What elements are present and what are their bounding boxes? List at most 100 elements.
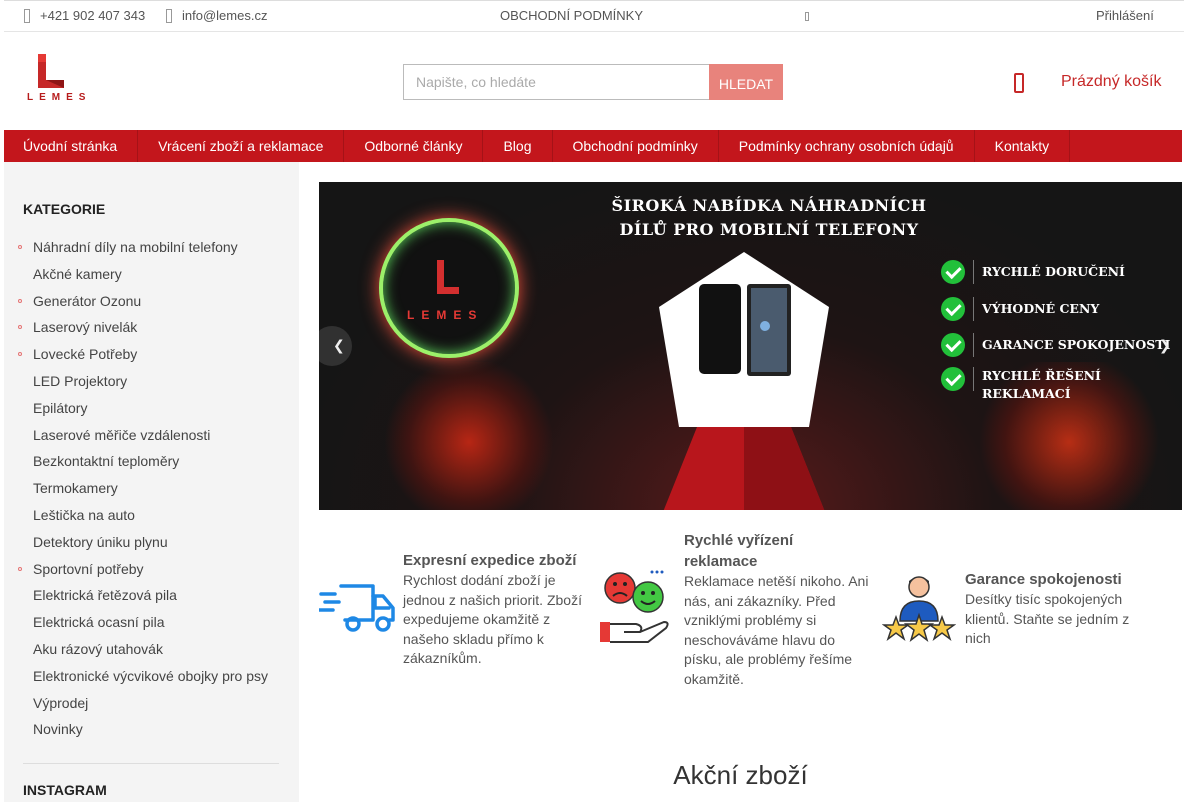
banner-headline: ŠIROKÁ NABÍDKA NÁHRADNÍCH DÍLŮ PRO MOBIL…: [519, 194, 1019, 242]
category-label: Elektrická ocasní pila: [33, 614, 165, 631]
category-item[interactable]: Termokamery: [18, 475, 283, 502]
submenu-bullet-icon: [18, 245, 22, 249]
check-icon: [941, 366, 965, 391]
category-item[interactable]: Akčné kamery: [18, 261, 283, 288]
benefit-text: VÝHODNÉ CENY: [982, 300, 1100, 316]
cart-icon[interactable]: [1014, 73, 1024, 93]
banner-headline-line2: DÍLŮ PRO MOBILNÍ TELEFONY: [619, 220, 919, 239]
category-label: Elektrická řetězová pila: [33, 587, 177, 604]
category-item[interactable]: Elektrická ocasní pila: [18, 609, 283, 636]
benefit-text: RYCHLÉ ŘEŠENÍ REKLAMACÍ: [982, 367, 1101, 401]
benefit-separator: [973, 333, 974, 358]
email-contact[interactable]: info@lemes.cz: [166, 8, 267, 23]
check-icon: [941, 333, 965, 358]
benefit-text: GARANCE SPOKOJENOSTI: [982, 337, 1171, 353]
category-item[interactable]: Detektory úniku plynu: [18, 529, 283, 556]
category-label: Laserové měřiče vzdálenosti: [33, 426, 211, 443]
menu-toggle-icon[interactable]: [805, 12, 809, 21]
chevron-right-icon[interactable]: ❯: [1159, 337, 1171, 354]
check-icon: [941, 296, 965, 321]
main-nav: Úvodní stránka Vrácení zboží a reklamace…: [4, 130, 1182, 162]
category-label: Laserový nivelák: [33, 319, 138, 336]
category-label: Aku rázový utahovák: [33, 640, 163, 657]
search-button[interactable]: HLEDAT: [709, 64, 783, 100]
banner-headline-line1: ŠIROKÁ NABÍDKA NÁHRADNÍCH: [611, 196, 927, 215]
carousel-prev-bg: [312, 326, 352, 366]
feature-title: Expresní expedice zboží: [403, 552, 577, 569]
feature-title: Garance spokojenosti: [965, 571, 1122, 588]
top-bar: +421 902 407 343 info@lemes.cz OBCHODNÍ …: [4, 0, 1184, 32]
email-address: info@lemes.cz: [182, 8, 268, 23]
banner-benefit: GARANCE SPOKOJENOSTI: [941, 327, 1170, 364]
nav-item-terms[interactable]: Obchodní podmínky: [553, 130, 719, 162]
banner-logo-text: LEMES: [407, 308, 484, 322]
category-item[interactable]: Lovecké Potřeby: [18, 341, 283, 368]
banner-benefits: RYCHLÉ DORUČENÍ VÝHODNÉ CENY GARANCE SPO…: [941, 254, 1170, 414]
category-item[interactable]: Sportovní potřeby: [18, 556, 283, 583]
category-item[interactable]: Výprodej: [18, 690, 283, 717]
category-item[interactable]: Leštička na auto: [18, 502, 283, 529]
category-item[interactable]: Náhradní díly na mobilní telefony: [18, 234, 283, 261]
benefit-separator: [973, 260, 974, 285]
search-bar: HLEDAT: [403, 64, 783, 100]
delivery-truck-icon: [319, 584, 395, 632]
category-item[interactable]: Bezkontaktní teploměry: [18, 448, 283, 475]
category-item[interactable]: LED Projektory: [18, 368, 283, 395]
submenu-bullet-icon: [18, 566, 22, 571]
search-input[interactable]: [403, 64, 709, 100]
banner-benefit: RYCHLÉ DORUČENÍ: [941, 254, 1170, 291]
category-item[interactable]: Laserové měřiče vzdálenosti: [18, 422, 283, 449]
phone-number: +421 902 407 343: [40, 8, 146, 23]
banner-benefit: VÝHODNÉ CENY: [941, 291, 1170, 328]
hero-banner[interactable]: LEMES ŠIROKÁ NABÍDKA NÁHRADNÍCH DÍLŮ PRO…: [319, 182, 1182, 510]
benefit-separator: [973, 366, 974, 391]
category-item[interactable]: Laserový nivelák: [18, 314, 283, 341]
phone-contact[interactable]: +421 902 407 343: [24, 8, 145, 23]
submenu-bullet-icon: [18, 298, 22, 303]
login-link[interactable]: Přihlášení: [1096, 8, 1154, 23]
cart-link[interactable]: Prázdný košík: [1061, 73, 1161, 91]
person-stars-icon: [882, 576, 956, 642]
category-label: Epilátory: [33, 399, 88, 416]
banner-glow-left: [379, 362, 559, 510]
logo-text: LEMES: [27, 92, 92, 103]
sidebar-divider: [23, 763, 279, 764]
feature-description: Reklamace netěší nikoho. Ani nás, ani zá…: [684, 573, 869, 687]
category-label: Generátor Ozonu: [33, 292, 142, 309]
nav-item-contacts[interactable]: Kontakty: [975, 130, 1071, 162]
category-label: Termokamery: [33, 480, 118, 497]
banner-benefit: RYCHLÉ ŘEŠENÍ REKLAMACÍ: [941, 364, 1170, 414]
chevron-left-icon[interactable]: ❮: [333, 337, 345, 354]
nav-item-returns[interactable]: Vrácení zboží a reklamace: [138, 130, 345, 162]
nav-item-privacy[interactable]: Podmínky ochrany osobních údajů: [719, 130, 975, 162]
category-item[interactable]: Elektrická řetězová pila: [18, 582, 283, 609]
category-label: Novinky: [33, 721, 83, 738]
category-label: LED Projektory: [33, 372, 128, 389]
category-label: Elektronické výcvikové obojky pro psy: [33, 667, 268, 684]
instagram-heading: INSTAGRAM: [23, 782, 107, 798]
nav-item-blog[interactable]: Blog: [483, 130, 553, 162]
category-item[interactable]: Elektronické výcvikové obojky pro psy: [18, 663, 283, 690]
banner-logo-mark-icon: [437, 260, 459, 294]
category-item[interactable]: Aku rázový utahovák: [18, 636, 283, 663]
submenu-bullet-icon: [18, 352, 22, 357]
category-label: Leštička na auto: [33, 506, 135, 523]
benefit-text: RYCHLÉ DORUČENÍ: [982, 264, 1125, 280]
category-label: Sportovní potřeby: [33, 560, 144, 577]
category-item[interactable]: Generátor Ozonu: [18, 288, 283, 315]
logo-mark-icon: [38, 54, 64, 88]
site-logo[interactable]: LEMES: [22, 52, 90, 108]
terms-link[interactable]: OBCHODNÍ PODMÍNKY: [500, 8, 643, 23]
submenu-bullet-icon: [18, 325, 22, 330]
category-label: Lovecké Potřeby: [33, 346, 138, 363]
phone-display-icon: [659, 252, 829, 510]
nav-item-home[interactable]: Úvodní stránka: [4, 130, 139, 162]
email-icon: [166, 8, 172, 23]
category-item[interactable]: Novinky: [18, 716, 283, 743]
category-label: Výprodej: [33, 694, 89, 711]
category-label: Detektory úniku plynu: [33, 533, 168, 550]
nav-item-articles[interactable]: Odborné články: [344, 130, 484, 162]
category-item[interactable]: Epilátory: [18, 395, 283, 422]
feature-title: Rychlé vyřízení reklamace: [684, 532, 794, 570]
category-label: Náhradní díly na mobilní telefony: [33, 239, 238, 255]
